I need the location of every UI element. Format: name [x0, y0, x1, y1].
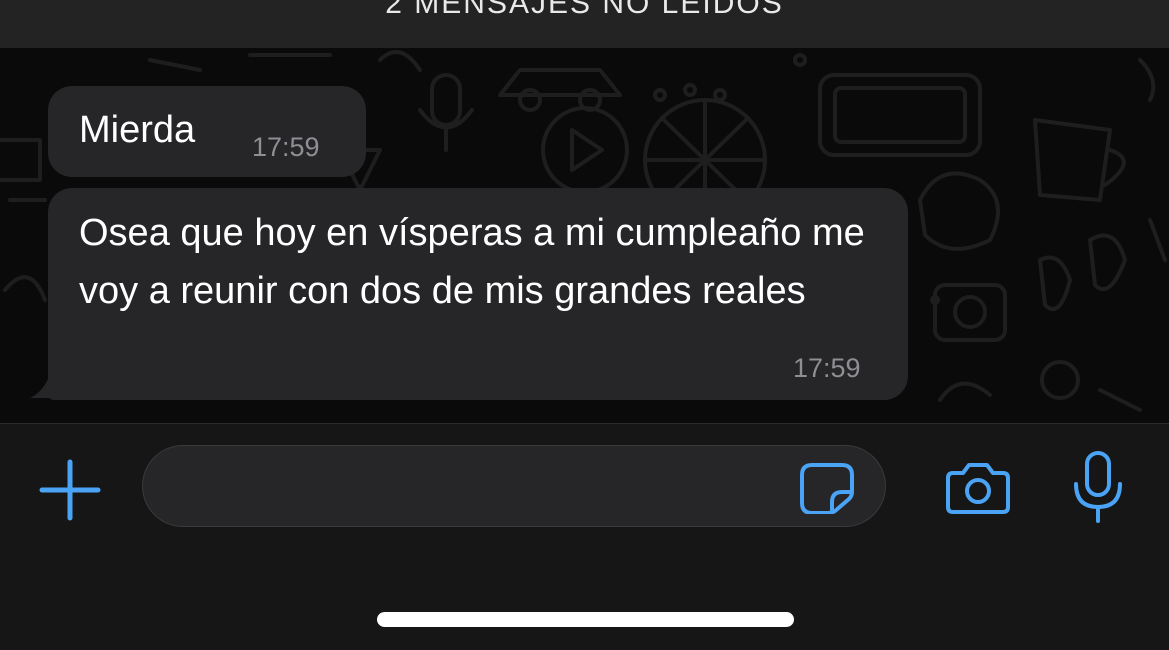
message-input-field[interactable]: [142, 445, 886, 528]
message-input[interactable]: [173, 446, 797, 528]
chat-screen: 2 MENSAJES NO LEÍDOS Mierda 17:59 Osea q…: [0, 0, 1169, 650]
unread-banner-label: 2 MENSAJES NO LEÍDOS: [385, 0, 784, 20]
plus-icon[interactable]: [38, 458, 102, 522]
message-text: Mierda: [79, 109, 196, 151]
camera-icon[interactable]: [945, 461, 1011, 515]
message-bubble[interactable]: Mierda 17:59: [48, 86, 366, 177]
message-text: Osea que hoy en vísperas a mi cumpleaño …: [79, 212, 865, 312]
chat-messages-area[interactable]: 2 MENSAJES NO LEÍDOS Mierda 17:59 Osea q…: [0, 0, 1169, 423]
message-composer-bar: [0, 423, 1169, 650]
message-time: 17:59: [793, 353, 861, 383]
home-indicator[interactable]: [377, 612, 794, 627]
message-bubble[interactable]: Osea que hoy en vísperas a mi cumpleaño …: [48, 188, 908, 400]
unread-messages-banner: 2 MENSAJES NO LEÍDOS: [0, 0, 1169, 48]
sticker-icon[interactable]: [798, 462, 856, 514]
message-time: 17:59: [252, 132, 320, 162]
microphone-icon[interactable]: [1072, 450, 1124, 524]
